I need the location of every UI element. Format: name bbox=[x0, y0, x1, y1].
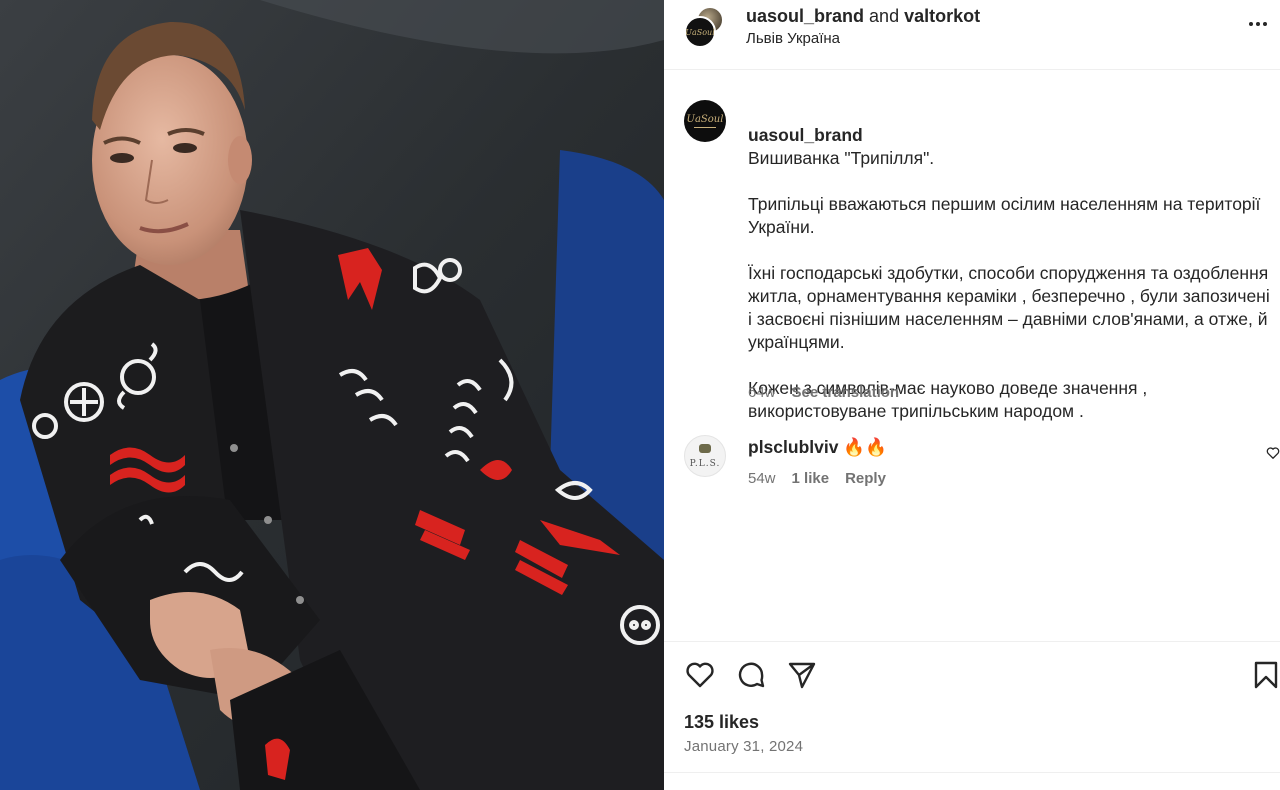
comment-icon bbox=[738, 662, 765, 688]
share-button[interactable] bbox=[786, 659, 818, 691]
send-icon bbox=[788, 662, 816, 689]
header-author-link[interactable]: uasoul_brand bbox=[746, 6, 864, 26]
post-caption: uasoul_brand Вишиванка "Трипілля". Трипі… bbox=[748, 101, 1278, 423]
post-photo[interactable] bbox=[0, 0, 664, 790]
location-link[interactable]: Львів Україна bbox=[746, 30, 840, 47]
comment-heart-icon[interactable] bbox=[1266, 446, 1280, 460]
author-avatar-logo: UaSoul bbox=[685, 27, 715, 37]
caption-avatar-logo: UaSoul bbox=[686, 113, 724, 125]
header-collaborator-link[interactable]: valtorkot bbox=[904, 6, 980, 26]
caption-title: Вишиванка "Трипілля". bbox=[748, 148, 935, 168]
comment-text: 🔥🔥 bbox=[843, 437, 887, 457]
caption-author-avatar[interactable]: UaSoul bbox=[684, 100, 726, 142]
comment-button[interactable] bbox=[735, 659, 767, 691]
more-options-button[interactable] bbox=[1244, 12, 1272, 36]
caption-age[interactable]: 64w bbox=[748, 384, 776, 401]
post-date[interactable]: January 31, 2024 bbox=[684, 738, 803, 755]
comment-avatar-logo: P.L.S. bbox=[689, 458, 721, 469]
header-usernames: uasoul_brand and valtorkot bbox=[746, 6, 980, 26]
comment-author-link[interactable]: plsclublviv bbox=[748, 437, 838, 457]
divider bbox=[664, 772, 1280, 773]
save-button[interactable] bbox=[1250, 659, 1280, 691]
collab-avatars[interactable]: UaSoul bbox=[684, 6, 728, 50]
likes-count[interactable]: 135 likes bbox=[684, 712, 759, 733]
comment: plsclublviv 🔥🔥 bbox=[748, 436, 887, 459]
comment-likes-link[interactable]: 1 like bbox=[792, 470, 830, 487]
post-header: UaSoul uasoul_brand and valtorkot Львів … bbox=[664, 0, 1280, 70]
caption-author-link[interactable]: uasoul_brand bbox=[748, 125, 863, 145]
heart-icon bbox=[686, 662, 714, 688]
caption-paragraph: Їхні господарські здобутки, способи спор… bbox=[748, 263, 1270, 352]
bookmark-icon bbox=[1254, 661, 1278, 689]
post-details-panel: UaSoul uasoul_brand and valtorkot Львів … bbox=[664, 0, 1280, 790]
caption-paragraph: Трипільці вважаються першим осілим насел… bbox=[748, 194, 1261, 237]
divider bbox=[664, 641, 1280, 642]
comment-age[interactable]: 54w bbox=[748, 470, 776, 487]
author-avatar[interactable]: UaSoul bbox=[684, 16, 716, 48]
caption-meta: 64w See translation bbox=[748, 384, 899, 401]
header-and: and bbox=[869, 6, 900, 26]
see-translation-button[interactable]: See translation bbox=[792, 384, 900, 401]
comment-meta: 54w 1 like Reply bbox=[748, 470, 886, 487]
reply-button[interactable]: Reply bbox=[845, 470, 886, 487]
comment-author-avatar[interactable]: P.L.S. bbox=[684, 435, 726, 477]
more-horizontal-icon bbox=[1249, 22, 1253, 26]
photo-illustration bbox=[0, 0, 664, 790]
like-button[interactable] bbox=[684, 659, 716, 691]
